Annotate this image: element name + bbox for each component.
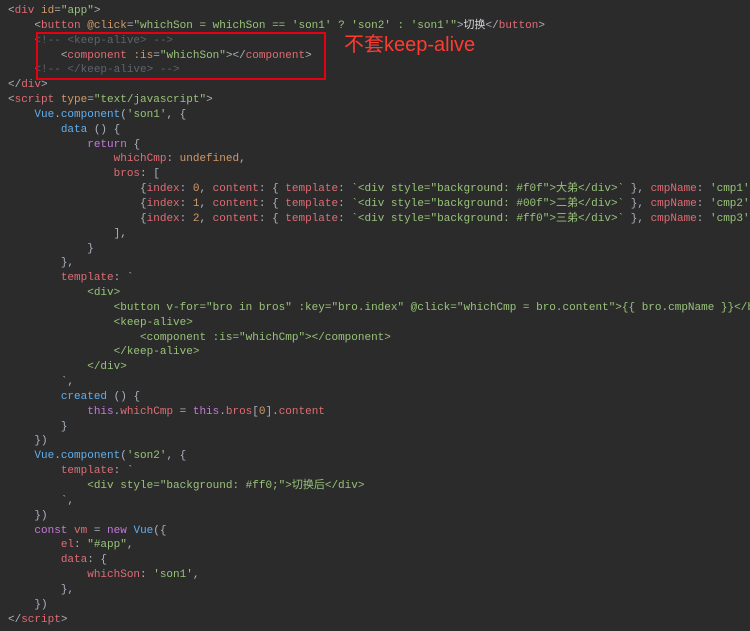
code-editor-viewport: <div id="app"> <button @click="whichSon … <box>8 4 742 627</box>
source-code: <div id="app"> <button @click="whichSon … <box>8 4 742 627</box>
